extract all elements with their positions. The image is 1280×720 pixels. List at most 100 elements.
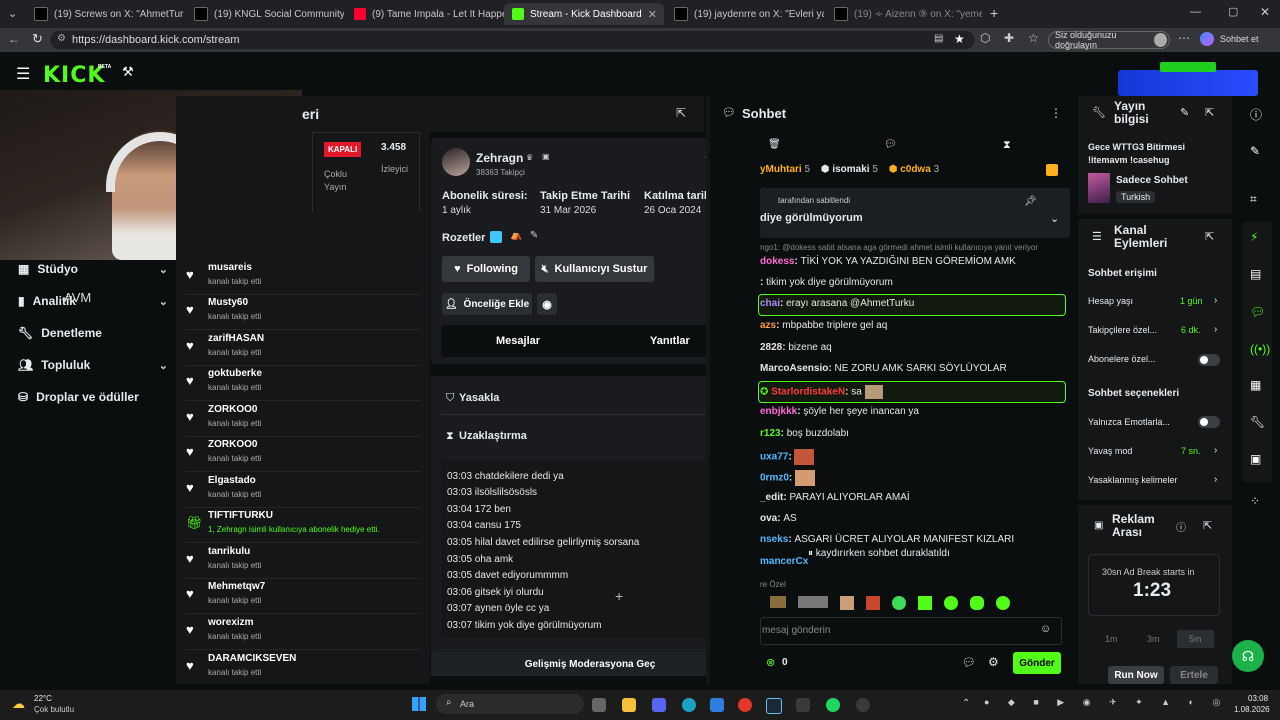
close-tab-icon[interactable]: ✕ xyxy=(648,8,657,21)
popout-icon[interactable]: ⇱ xyxy=(1205,106,1214,119)
windows-start-icon[interactable] xyxy=(412,697,426,711)
browser-tab-6[interactable]: (19) ∻ Aizenn ⑨ on X: "yemek ya✕ xyxy=(826,3,982,25)
more-options-icon[interactable]: ⋮ xyxy=(1050,106,1062,120)
tab-menu-icon[interactable]: ⌄ xyxy=(8,7,17,20)
nav-topluluk[interactable]: 👥︎ Topluluk ⌄ xyxy=(18,358,168,372)
discord-icon[interactable] xyxy=(652,698,666,712)
follower-name[interactable]: DARAMCIKSEVEN xyxy=(208,653,296,664)
slow-mode-value[interactable]: 7 sn. xyxy=(1181,446,1201,456)
ad-5m-option[interactable]: 5m xyxy=(1177,630,1214,648)
more-menu-icon[interactable]: ⋯ xyxy=(1178,31,1190,45)
tab-replies[interactable]: Yanıtlar xyxy=(650,335,690,347)
promo-banner[interactable] xyxy=(1118,70,1258,96)
crop-icon[interactable]: ⌗ xyxy=(1250,192,1257,207)
file-explorer-icon[interactable] xyxy=(622,698,636,712)
emote-icon[interactable] xyxy=(892,596,906,610)
follower-name[interactable]: ZORKOO0 xyxy=(208,439,257,450)
weather-icon[interactable]: ☁ xyxy=(12,696,25,712)
site-info-icon[interactable]: ⚙ xyxy=(57,33,66,44)
emote-icon[interactable] xyxy=(798,596,828,608)
chat-user[interactable]: MarcoAsensio xyxy=(760,363,828,374)
url-field[interactable]: ⚙ https://dashboard.kick.com/stream ▤ ★ xyxy=(50,31,975,49)
mute-user-button[interactable]: 🔇︎ Kullanıcıyı Sustur xyxy=(535,256,654,282)
top-user-name[interactable]: isomaki xyxy=(832,164,869,175)
tools-icon[interactable]: ⚒ xyxy=(122,64,134,80)
popout-icon[interactable]: ⇱ xyxy=(1203,519,1212,532)
chat-bubble-icon[interactable]: 💬︎ xyxy=(962,656,976,669)
follower-name[interactable]: Musty60 xyxy=(208,297,248,308)
browser-tab-3[interactable]: (9) Tame Impala - Let It Happen (O✕ xyxy=(346,3,504,25)
broadcast-icon[interactable]: ((•)) xyxy=(1250,342,1270,356)
chat-user[interactable]: r123 xyxy=(760,428,781,439)
app-icon[interactable] xyxy=(856,698,870,712)
following-button[interactable]: ♥ Following xyxy=(442,256,530,282)
extensions-puzzle-icon[interactable]: ✚ xyxy=(1004,31,1014,45)
chat-settings-bubble-icon[interactable]: 💬︎ xyxy=(884,139,897,150)
chat-user[interactable]: StarlordistakeN xyxy=(771,387,845,398)
emotes-only-toggle[interactable] xyxy=(1198,416,1220,428)
chat-user[interactable]: 2828 xyxy=(760,342,782,353)
emote-icon[interactable] xyxy=(770,596,786,608)
emote-icon[interactable] xyxy=(918,596,932,610)
chat-user[interactable]: dokess xyxy=(760,256,794,267)
follower-name[interactable]: tanrikulu xyxy=(208,546,250,557)
new-tab-icon[interactable]: + xyxy=(990,5,998,21)
follower-name[interactable]: ZORKOO0 xyxy=(208,404,257,415)
category-name[interactable]: Sadece Sohbet xyxy=(1116,175,1188,186)
emote-icon[interactable] xyxy=(944,596,958,610)
add-priority-button[interactable]: 👤︎ Önceliğe Ekle xyxy=(442,293,532,315)
edit-icon[interactable]: ✎ xyxy=(1180,106,1189,119)
edit-icon[interactable]: ✎ xyxy=(1250,144,1260,158)
chrome-icon[interactable] xyxy=(738,698,752,712)
reload-icon[interactable]: ↻ xyxy=(32,31,43,47)
back-icon[interactable]: ← xyxy=(8,32,20,46)
followers-only-value[interactable]: 6 dk. xyxy=(1181,325,1201,335)
chat-user[interactable]: _edit xyxy=(760,492,783,503)
follower-name[interactable]: Elgastado xyxy=(208,475,256,486)
info-icon[interactable]: ⓘ xyxy=(1176,519,1186,534)
bookmark-star-icon[interactable]: ★ xyxy=(954,32,965,46)
chevron-up-icon[interactable]: ⌃ xyxy=(962,698,970,709)
signin-button[interactable]: Siz olduğunuzu doğrulayın xyxy=(1048,30,1170,50)
chat-user[interactable]: ova xyxy=(760,513,777,524)
chevron-right-icon[interactable]: › xyxy=(1214,324,1217,335)
ad-1m-option[interactable]: 1m xyxy=(1105,634,1118,644)
support-button[interactable]: ☊ xyxy=(1232,640,1264,672)
emote-icon[interactable] xyxy=(866,596,880,610)
clock-time[interactable]: 03:08 xyxy=(1248,694,1268,703)
account-age-value[interactable]: 1 gün xyxy=(1180,296,1203,306)
ertele-button[interactable]: Ertele xyxy=(1170,666,1218,684)
pin-icon[interactable]: 📌︎ xyxy=(1024,196,1037,207)
browser-tab-2[interactable]: (19) KNGL Social Community / X✕ xyxy=(186,3,344,25)
chat-user[interactable]: uxa77 xyxy=(760,452,788,463)
popout-icon[interactable]: ⇱ xyxy=(1205,230,1214,243)
clock-date[interactable]: 1.08.2026 xyxy=(1234,705,1270,714)
nav-studyo[interactable]: ▦ Stüdyo ⌄ xyxy=(18,262,168,276)
close-window-icon[interactable]: ✕ xyxy=(1260,5,1270,19)
popout-icon[interactable]: ⇱ xyxy=(676,106,686,120)
taskbar-search[interactable] xyxy=(436,694,584,714)
extension-icon[interactable]: ⬡ xyxy=(980,31,990,45)
emote-icon[interactable] xyxy=(996,596,1010,610)
chevron-right-icon[interactable]: › xyxy=(1214,474,1217,485)
reader-icon[interactable]: ▤ xyxy=(934,33,943,44)
chat-user[interactable]: chai xyxy=(760,298,780,309)
emote-icon[interactable] xyxy=(970,596,984,610)
spotify-icon[interactable] xyxy=(826,698,840,712)
follower-name[interactable]: goktuberke xyxy=(208,368,262,379)
chat-icon[interactable]: 💬︎ xyxy=(1250,305,1265,319)
follower-name[interactable]: zarifHASAN xyxy=(208,333,264,344)
app-icon[interactable] xyxy=(796,698,810,712)
send-button[interactable]: Gönder xyxy=(1013,652,1061,674)
follower-name[interactable]: TIFTIFTURKU xyxy=(208,510,273,521)
chat-paused-banner[interactable]: ⏸ kaydırırken sohbet duraklatıldı xyxy=(808,548,976,564)
chat-user[interactable]: nseks xyxy=(760,534,788,545)
watch-button[interactable]: ◉ xyxy=(537,293,557,315)
follower-name[interactable]: musareis xyxy=(208,262,252,273)
maximize-icon[interactable]: ▢ xyxy=(1228,5,1238,18)
apps-icon[interactable]: ⁘ xyxy=(1250,494,1260,508)
window-icon[interactable]: ▣ xyxy=(1250,452,1261,466)
chat-user[interactable]: mancerCx xyxy=(760,556,808,567)
chevron-right-icon[interactable]: › xyxy=(1214,445,1217,456)
emote-icon[interactable] xyxy=(840,596,854,610)
